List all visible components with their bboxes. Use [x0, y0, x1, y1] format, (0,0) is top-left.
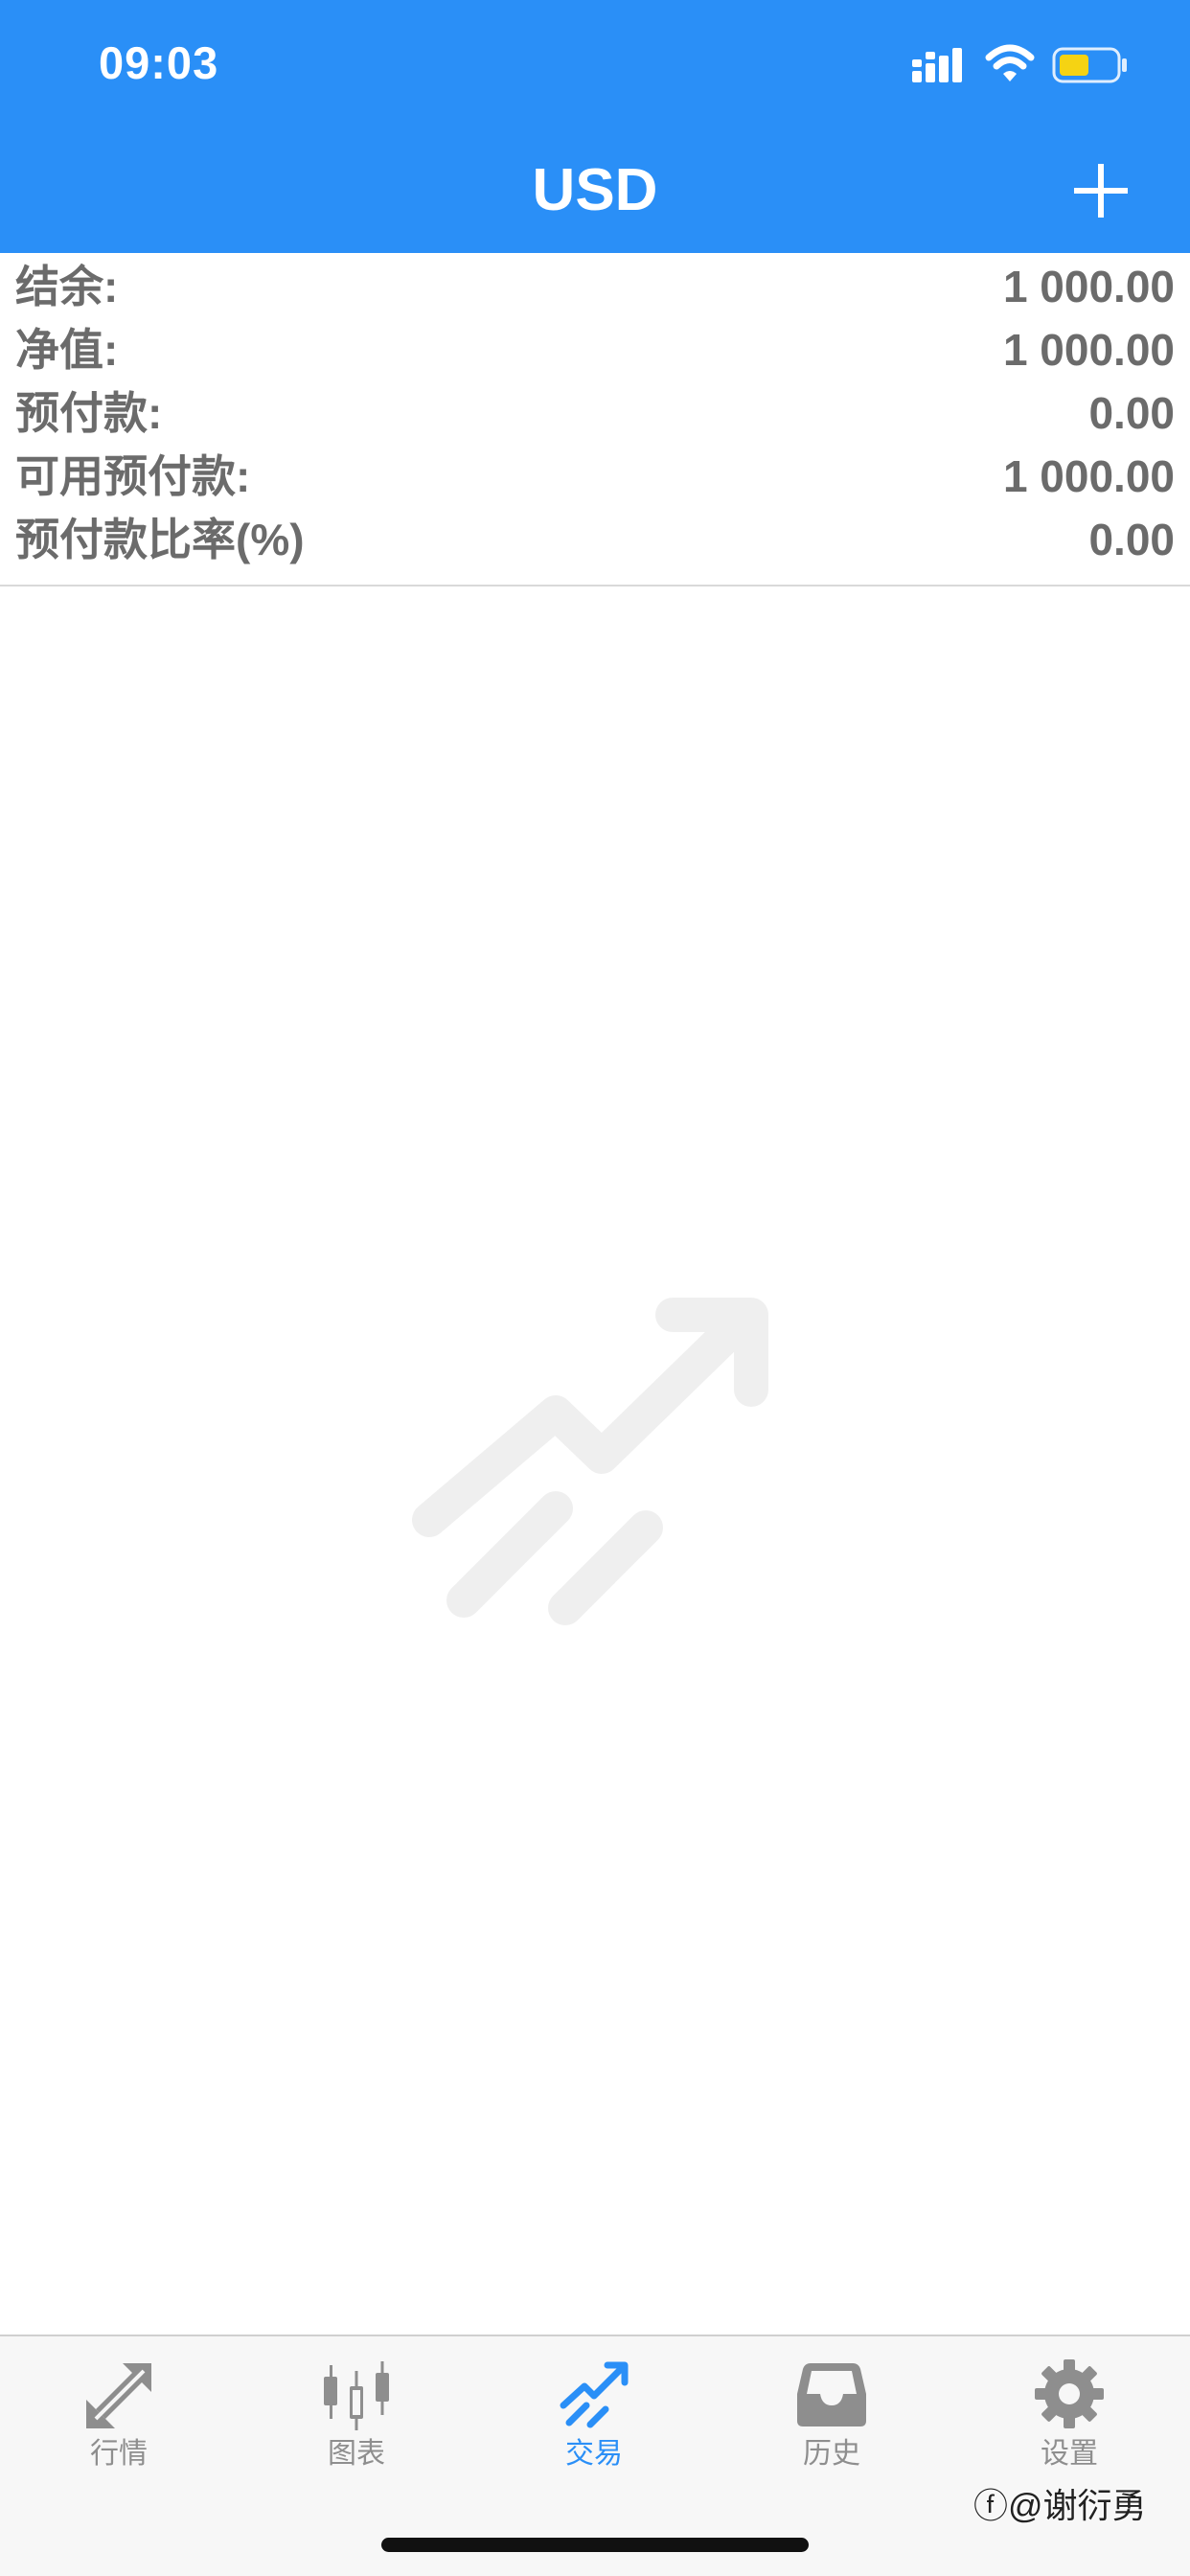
- tab-label-charts: 图表: [328, 2438, 385, 2470]
- summary-row-equity: 净值: 1 000.00: [0, 318, 1190, 381]
- margin-level-label: 预付款比率(%): [15, 515, 305, 564]
- tab-quotes[interactable]: 行情: [0, 2336, 238, 2480]
- trade-icon: [560, 2361, 629, 2428]
- equity-value: 1 000.00: [1002, 325, 1175, 375]
- summary-row-margin-level: 预付款比率(%) 0.00: [0, 508, 1190, 571]
- candlestick-chart-icon: [324, 2361, 389, 2430]
- free-margin-label: 可用预付款:: [15, 451, 251, 501]
- watermark-text: ⓕ@谢衍勇: [973, 2486, 1147, 2525]
- wifi-icon: [985, 44, 1035, 81]
- summary-row-balance: 结余: 1 000.00: [0, 255, 1190, 318]
- balance-label: 结余:: [15, 262, 119, 311]
- tab-charts[interactable]: 图表: [238, 2336, 475, 2480]
- tab-label-trade: 交易: [565, 2438, 623, 2470]
- equity-label: 净值:: [15, 325, 119, 375]
- tab-history[interactable]: 历史: [713, 2336, 950, 2480]
- settings-gear-icon: [1035, 2359, 1104, 2428]
- free-margin-value: 1 000.00: [1002, 451, 1175, 501]
- account-summary: 结余: 1 000.00 净值: 1 000.00 预付款: 0.00 可用预付…: [0, 253, 1190, 586]
- plus-icon: [1074, 164, 1128, 218]
- tab-label-settings: 设置: [1041, 2438, 1098, 2470]
- trade-chart-icon: [412, 1298, 768, 1625]
- tab-label-quotes: 行情: [90, 2438, 148, 2470]
- tab-trade[interactable]: 交易: [475, 2336, 713, 2480]
- margin-label: 预付款:: [15, 388, 163, 438]
- history-inbox-icon: [797, 2363, 866, 2426]
- summary-row-margin: 预付款: 0.00: [0, 381, 1190, 445]
- page-title: USD: [532, 157, 658, 223]
- tab-settings[interactable]: 设置: [950, 2336, 1188, 2480]
- battery-icon: [1052, 47, 1127, 83]
- margin-value: 0.00: [1088, 388, 1175, 438]
- balance-value: 1 000.00: [1002, 262, 1175, 311]
- cellular-signal-icon: [912, 48, 962, 82]
- home-indicator[interactable]: [381, 2538, 809, 2552]
- status-time: 09:03: [99, 37, 219, 88]
- quotes-icon: [86, 2363, 151, 2428]
- app-header: 09:03 USD: [0, 0, 1190, 253]
- tab-label-history: 历史: [803, 2438, 860, 2470]
- summary-row-free-margin: 可用预付款: 1 000.00: [0, 445, 1190, 508]
- add-button[interactable]: [1064, 153, 1138, 228]
- margin-level-value: 0.00: [1088, 515, 1175, 564]
- status-icons: [910, 42, 1140, 90]
